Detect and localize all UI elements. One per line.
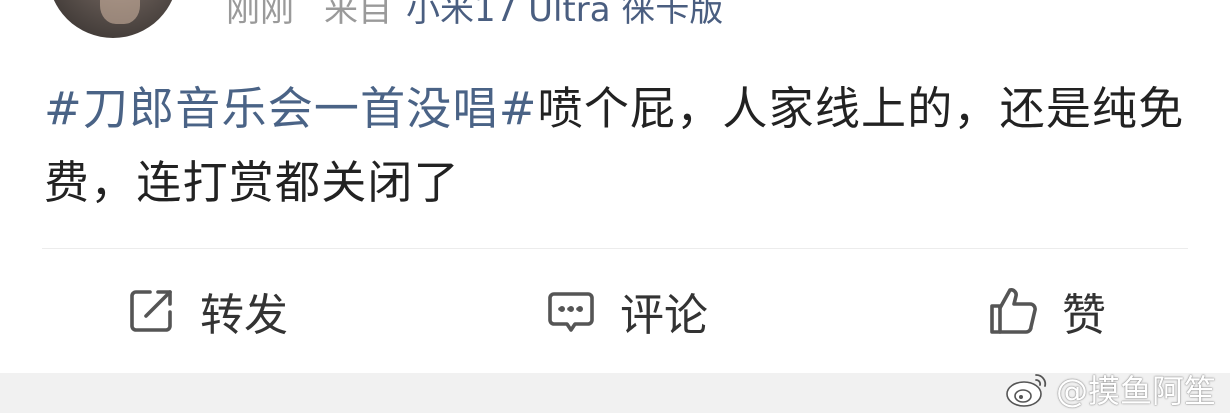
- post-meta: 刚刚 来自 小米17 Ultra 徕卡版: [226, 0, 723, 38]
- watermark-text: @摸鱼阿笙: [1055, 372, 1216, 410]
- hashtag-link[interactable]: #刀郎音乐会一首没唱#: [44, 82, 538, 135]
- thumbs-up-icon: [986, 284, 1040, 338]
- repost-button[interactable]: 转发: [124, 278, 288, 344]
- post-content: #刀郎音乐会一首没唱#喷个屁，人家线上的，还是纯免费，连打赏都关闭了: [44, 72, 1194, 220]
- source-device-link[interactable]: 小米17 Ultra 徕卡版: [406, 0, 723, 30]
- weibo-logo-icon: [1004, 369, 1050, 409]
- action-bar: 转发 评论 赞: [0, 250, 1230, 370]
- post-time: 刚刚: [226, 0, 294, 30]
- comment-button[interactable]: 评论: [544, 278, 708, 344]
- like-label: 赞: [1062, 290, 1106, 341]
- source-label: 来自: [324, 0, 392, 30]
- watermark: @摸鱼阿笙: [1004, 367, 1216, 411]
- weibo-post-card: 刚刚 来自 小米17 Ultra 徕卡版 #刀郎音乐会一首没唱#喷个屁，人家线上的，…: [0, 0, 1230, 413]
- divider: [42, 248, 1188, 249]
- comment-icon: [544, 284, 598, 338]
- share-icon: [124, 284, 178, 338]
- like-button[interactable]: 赞: [986, 278, 1106, 344]
- repost-label: 转发: [200, 290, 288, 341]
- avatar[interactable]: [48, 0, 178, 38]
- comment-label: 评论: [620, 290, 708, 341]
